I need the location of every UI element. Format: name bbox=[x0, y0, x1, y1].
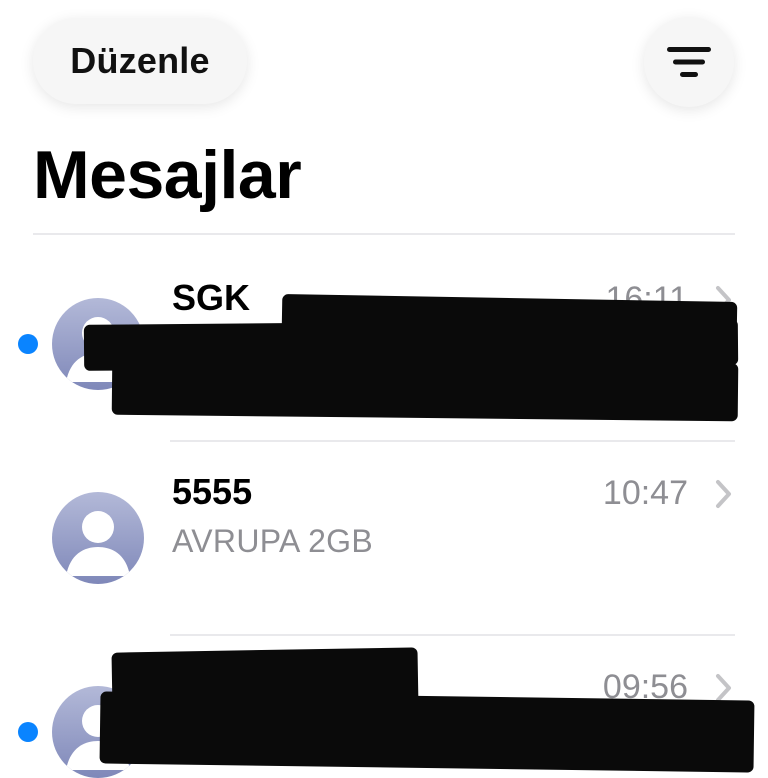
row-divider bbox=[170, 634, 735, 636]
conversation-time: 10:47 bbox=[602, 474, 688, 512]
conversation-preview: AVRUPA 2GB bbox=[172, 523, 373, 559]
unread-dot-icon bbox=[18, 722, 38, 742]
filter-button[interactable] bbox=[644, 17, 734, 107]
redaction-mark bbox=[111, 356, 739, 422]
edit-button-label: Düzenle bbox=[70, 40, 210, 81]
chevron-right-icon bbox=[716, 480, 731, 508]
unread-dot-icon bbox=[18, 334, 38, 354]
redaction-mark bbox=[99, 691, 755, 773]
conversation-sender: SGK bbox=[172, 277, 251, 318]
conversation-sender: 5555 bbox=[172, 471, 253, 512]
page-title: Mesajlar bbox=[33, 137, 302, 213]
person-avatar-icon bbox=[52, 492, 144, 584]
edit-button[interactable]: Düzenle bbox=[33, 18, 247, 104]
chevron-right-icon bbox=[716, 674, 731, 702]
filter-lines-icon bbox=[667, 47, 711, 77]
row-divider bbox=[170, 440, 735, 442]
header-divider bbox=[33, 233, 735, 235]
